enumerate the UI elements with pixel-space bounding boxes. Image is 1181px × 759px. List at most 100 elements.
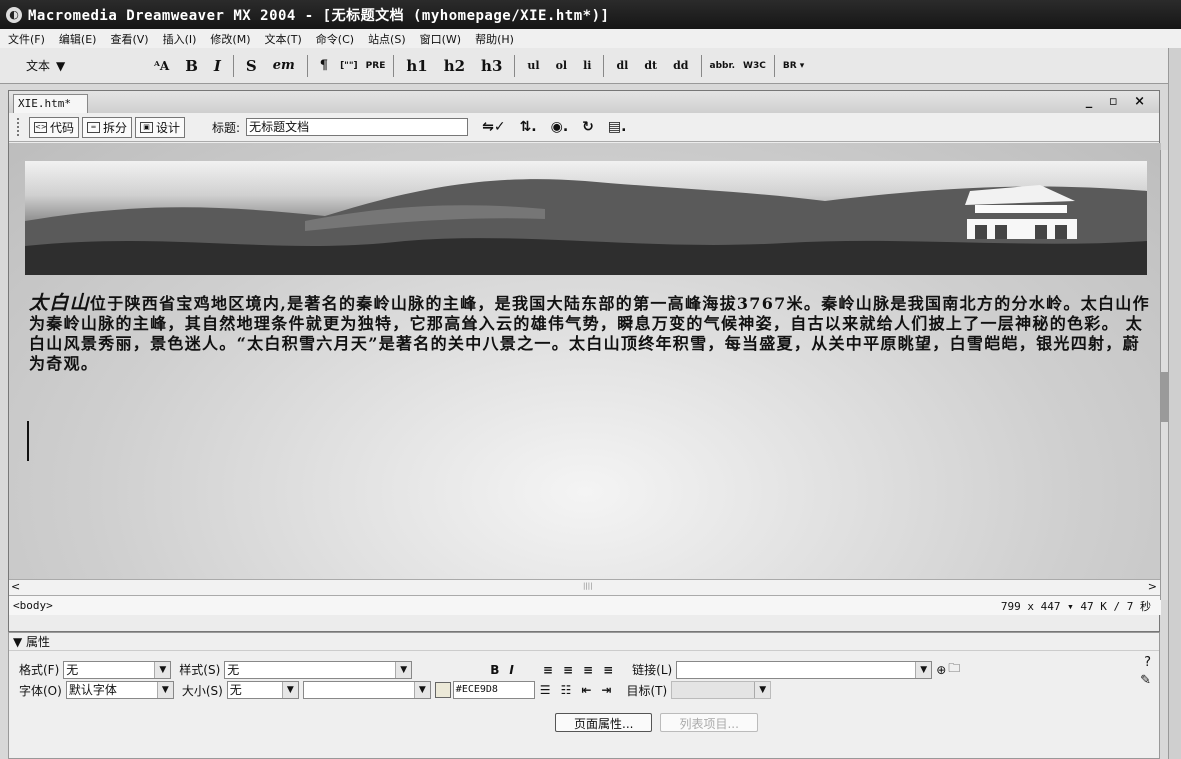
code-icon: <> [34, 121, 47, 133]
size-select[interactable]: 无 ▼ [226, 681, 299, 699]
style-select[interactable]: 无 ▼ [224, 660, 413, 679]
split-icon: ═ [87, 121, 101, 133]
point-to-file-icon[interactable]: ⊕ [936, 663, 946, 677]
chevron-down-icon: ▼ [395, 661, 412, 678]
separator [700, 54, 702, 77]
align-center-icon[interactable]: ≡ [563, 663, 573, 677]
menu-site[interactable]: 站点(S) [368, 31, 406, 47]
chevron-down-icon: ▼ [154, 661, 171, 678]
dt-button[interactable]: dt [644, 59, 657, 72]
menu-commands[interactable]: 命令(C) [316, 31, 354, 47]
scroll-left-icon[interactable]: < [11, 580, 20, 593]
app-icon[interactable]: ◐ [6, 6, 22, 23]
document-window: XIE.htm* _ ▫ × <> 代码 ═ 拆分 ▣ 设计 标题: 无标题文档 ⇋✓… [8, 90, 1161, 632]
target-select[interactable]: ▼ [671, 681, 772, 699]
font-select[interactable]: 默认字体 ▼ [65, 681, 174, 699]
menu-insert[interactable]: 插入(I) [163, 31, 197, 47]
menu-window[interactable]: 窗口(W) [420, 31, 461, 47]
style-label: 样式(S) [179, 663, 221, 677]
ol-button[interactable]: ol [556, 59, 568, 72]
window-title: Macromedia Dreamweaver MX 2004 - [无标题文档 … [28, 7, 610, 24]
separator [603, 54, 605, 77]
strong-button[interactable]: S [246, 57, 257, 75]
h2-button[interactable]: h2 [444, 57, 465, 75]
acronym-button[interactable]: W3C [743, 61, 766, 71]
refresh-icon[interactable]: ↻ [582, 119, 594, 135]
help-icon[interactable]: ? [1144, 655, 1151, 670]
page-properties-button[interactable]: 页面属性... [555, 713, 653, 732]
document-tab[interactable]: XIE.htm* [13, 94, 88, 113]
chevron-down-icon: ▼ [413, 682, 430, 698]
outdent-icon[interactable]: ⇤ [581, 683, 591, 697]
mountain-illustration [25, 179, 1147, 275]
blockquote-button[interactable]: [""] [340, 61, 358, 71]
chevron-down-icon: ▼ [281, 682, 298, 698]
code-view-button[interactable]: <> 代码 [29, 116, 80, 138]
folder-icon[interactable]: 🗀 [948, 659, 960, 680]
menu-view[interactable]: 查看(V) [110, 31, 148, 47]
italic-button[interactable]: I [214, 57, 221, 75]
quick-tag-editor-icon[interactable]: ✎ [1140, 673, 1151, 688]
menu-edit[interactable]: 编辑(E) [59, 31, 97, 47]
window-controls[interactable]: _ ▫ × [1086, 94, 1151, 109]
text-cursor [27, 421, 29, 461]
vertical-scrollbar[interactable] [1160, 150, 1169, 600]
format-select[interactable]: 无 ▼ [63, 660, 172, 679]
align-right-icon[interactable]: ≡ [583, 663, 593, 677]
h1-button[interactable]: h1 [406, 57, 427, 75]
ul-button[interactable]: ul [527, 59, 539, 72]
properties-header[interactable]: ▼ 属性 [9, 633, 1159, 651]
menu-modify[interactable]: 修改(M) [210, 31, 250, 47]
link-input[interactable]: ▼ [676, 660, 933, 679]
body-paragraph[interactable]: 太白山位于陕西省宝鸡地区境内,是著名的秦岭山脉的主峰，是我国大陆东部的第一高峰海… [29, 293, 1151, 374]
align-left-icon[interactable]: ≡ [543, 663, 553, 677]
title-bar: ◐ Macromedia Dreamweaver MX 2004 - [无标题文… [0, 0, 1181, 29]
menu-file[interactable]: 文件(F) [8, 31, 45, 47]
split-view-button[interactable]: ═ 拆分 [82, 116, 133, 138]
design-canvas[interactable]: 太白山位于陕西省宝鸡地区境内,是著名的秦岭山脉的主峰，是我国大陆东部的第一高峰海… [9, 143, 1161, 579]
bold-icon[interactable]: B [490, 663, 499, 677]
file-management-icon[interactable]: ⇅. [520, 119, 537, 135]
scroll-right-icon[interactable]: > [1148, 580, 1157, 593]
horizontal-scrollbar[interactable]: < |||| > [9, 579, 1161, 595]
scroll-thumb-grip[interactable]: |||| [583, 582, 592, 590]
status-bar: <body> 799 x 447 ▾ 47 K / 7 秒 [9, 595, 1161, 615]
ordered-list-icon[interactable]: ☷ [561, 683, 572, 697]
h3-button[interactable]: h3 [481, 57, 502, 75]
line-break-icon[interactable]: BR ▾ [783, 61, 804, 71]
dd-button[interactable]: dd [673, 59, 688, 72]
justify-icon[interactable]: ≡ [603, 663, 613, 677]
browser-check-icon[interactable]: ⇋✓ [482, 119, 505, 135]
font-tag-icon[interactable]: ᴬA [154, 59, 169, 73]
li-button[interactable]: li [583, 59, 591, 72]
em-button[interactable]: em [273, 58, 295, 73]
split-view-label: 拆分 [103, 120, 128, 135]
title-input[interactable]: 无标题文档 [246, 118, 469, 136]
abbr-button[interactable]: abbr. [710, 61, 736, 71]
paragraph-text: 位于陕西省宝鸡地区境内,是著名的秦岭山脉的主峰，是我国大陆东部的第一高峰海拔37… [29, 294, 1150, 373]
menu-help[interactable]: 帮助(H) [475, 31, 514, 47]
bold-button[interactable]: B [185, 57, 198, 75]
italic-icon[interactable]: I [509, 663, 513, 677]
unordered-list-icon[interactable]: ☰ [540, 683, 551, 697]
dl-button[interactable]: dl [616, 59, 628, 72]
preview-browser-icon[interactable]: ◉. [551, 119, 569, 135]
menu-text[interactable]: 文本(T) [264, 31, 301, 47]
window-size-info[interactable]: 799 x 447 ▾ 47 K / 7 秒 [1001, 598, 1151, 614]
color-swatch[interactable] [434, 682, 451, 698]
vertical-scroll-thumb[interactable] [1161, 372, 1169, 422]
color-input[interactable]: #ECE9D8 [452, 681, 535, 699]
font-label: 字体(O) [19, 683, 62, 698]
format-value: 无 [66, 662, 79, 677]
tag-selector[interactable]: <body> [13, 599, 53, 612]
view-options-icon[interactable]: ▤. [608, 119, 627, 135]
list-item-button[interactable]: 列表项目... [660, 713, 758, 732]
design-view-button[interactable]: ▣ 设计 [135, 116, 186, 138]
paragraph-button[interactable]: ¶ [320, 58, 328, 73]
indent-icon[interactable]: ⇥ [601, 683, 611, 697]
size-unit-select[interactable]: ▼ [302, 681, 431, 699]
collapsed-panel-strip[interactable] [1168, 48, 1181, 759]
category-dropdown[interactable]: 文本 ▼ [26, 57, 146, 74]
toolbar-grip[interactable] [17, 118, 23, 136]
pre-button[interactable]: PRE [366, 61, 386, 71]
